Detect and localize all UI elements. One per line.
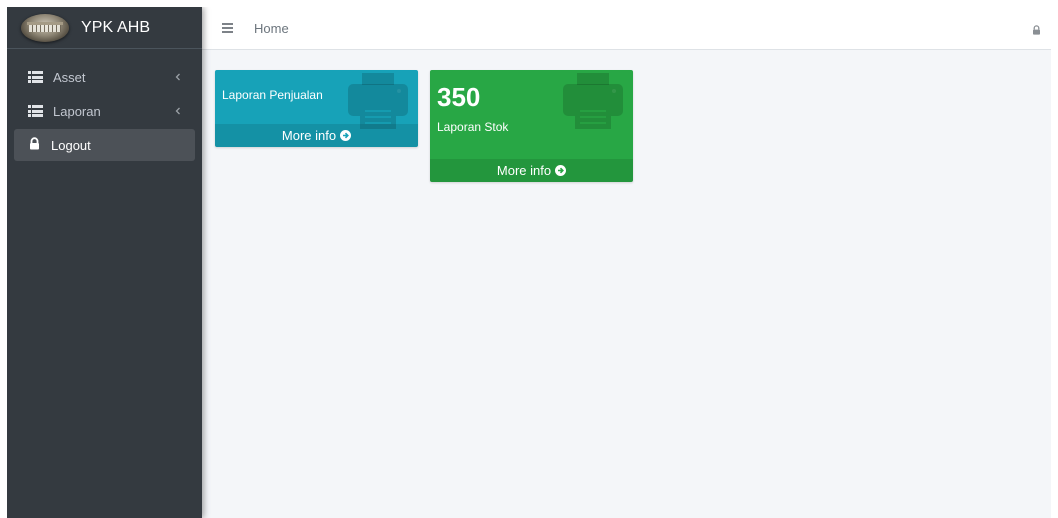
small-box-laporan-penjualan: Laporan Penjualan More info — [215, 70, 418, 147]
sidebar-item-label: Logout — [51, 137, 91, 153]
chevron-left-icon[interactable] — [171, 70, 185, 84]
main-content: Laporan Penjualan More info 350 Laporan … — [202, 50, 1051, 518]
list-icon — [28, 105, 43, 117]
sidebar-item-laporan[interactable]: Laporan — [14, 95, 195, 127]
sidebar-item-asset[interactable]: Asset — [14, 61, 195, 93]
sidebar-item-label: Asset — [53, 69, 86, 85]
list-icon — [28, 71, 43, 83]
lock-icon — [28, 137, 41, 153]
brand-link[interactable]: YPK AHB — [7, 7, 202, 49]
small-box-inner: 350 Laporan Stok — [430, 70, 633, 134]
lock-icon[interactable] — [1032, 23, 1041, 38]
sidebar-menu: Asset Laporan Logout — [7, 49, 202, 161]
small-box-label: Laporan Penjualan — [222, 88, 323, 102]
app-frame: YPK AHB Asset Laporan Logout Home Lapora… — [7, 7, 1051, 518]
small-box-laporan-stok: 350 Laporan Stok More info — [430, 70, 633, 182]
top-navbar: Home — [202, 7, 1051, 50]
hamburger-icon[interactable] — [222, 23, 236, 33]
more-info-label: More info — [281, 128, 337, 143]
small-box-label: Laporan Stok — [437, 120, 509, 134]
small-box-inner: Laporan Penjualan — [215, 70, 418, 102]
more-info-label: More info — [496, 163, 552, 178]
more-info-link[interactable]: More info — [215, 124, 418, 147]
nav-home-link[interactable]: Home — [254, 21, 289, 36]
more-info-link[interactable]: More info — [430, 159, 633, 182]
brand-logo — [21, 13, 69, 42]
sidebar-item-label: Laporan — [53, 103, 101, 119]
sidebar-item-logout[interactable]: Logout — [14, 129, 195, 161]
chevron-left-icon[interactable] — [171, 104, 185, 118]
brand-name: YPK AHB — [81, 18, 151, 36]
arrow-circle-right-icon — [340, 130, 352, 141]
arrow-circle-right-icon — [555, 165, 567, 176]
small-box-value: 350 — [437, 82, 481, 112]
sidebar: YPK AHB Asset Laporan Logout — [7, 7, 202, 518]
